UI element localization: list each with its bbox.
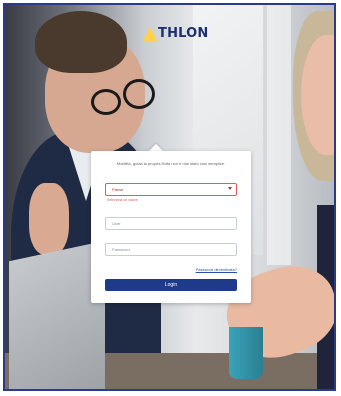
login-card: Mobilità, guida la propria flotta non è … <box>91 151 251 303</box>
country-error: Seleziona un valore <box>107 198 138 202</box>
login-button[interactable]: Login <box>105 279 237 291</box>
glasses-right <box>123 79 155 109</box>
man-hand <box>29 183 69 255</box>
chevron-down-icon <box>228 187 232 190</box>
logo-a-icon <box>143 26 157 41</box>
login-tagline: Mobilità, guida la propria flotta non è … <box>116 161 226 166</box>
logo-text: THLON <box>158 26 209 41</box>
password-placeholder: Password <box>112 247 130 252</box>
athlon-logo: THLON <box>143 26 209 41</box>
country-select[interactable]: Paese <box>105 183 237 196</box>
username-placeholder: User <box>112 221 121 226</box>
pillar <box>267 5 291 265</box>
cup <box>229 327 263 379</box>
username-input[interactable]: User <box>105 217 237 230</box>
man-hair <box>35 11 127 73</box>
password-input[interactable]: Password <box>105 243 237 256</box>
country-select-value: Paese <box>112 187 124 192</box>
forgot-password-link[interactable]: Password dimenticata? <box>196 267 237 272</box>
glasses-left <box>91 89 121 115</box>
page-frame: THLON Mobilità, guida la propria flotta … <box>3 3 336 391</box>
